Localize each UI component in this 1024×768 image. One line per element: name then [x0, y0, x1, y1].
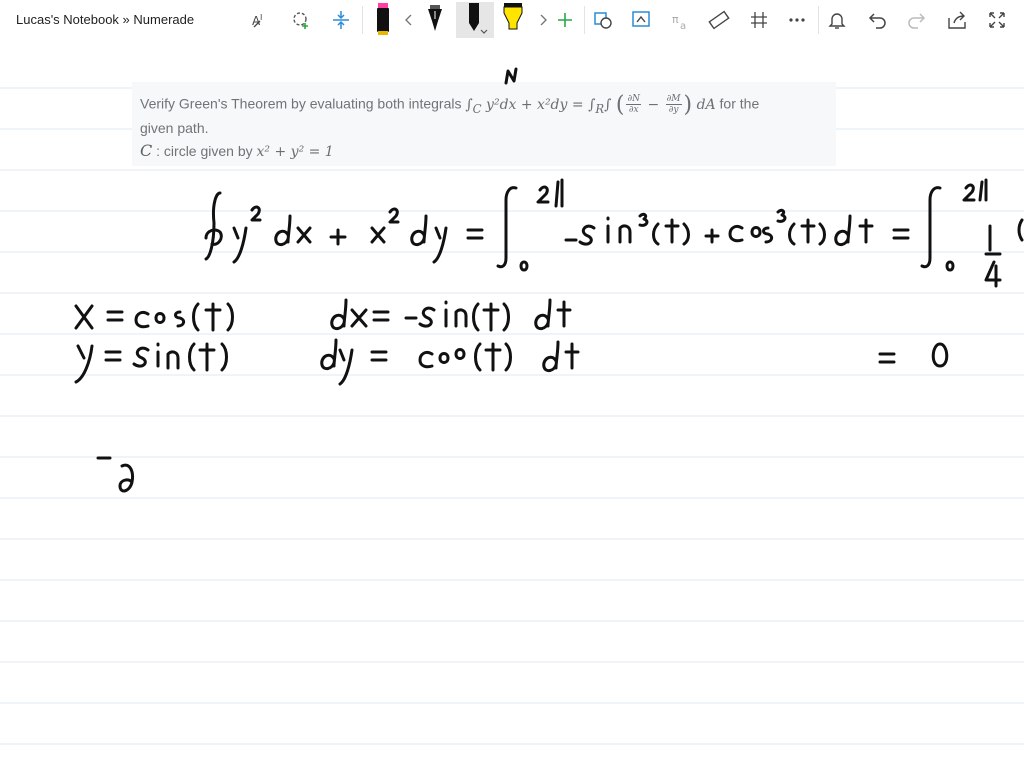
svg-text:a: a [680, 21, 686, 31]
redo-icon[interactable] [902, 4, 932, 36]
svg-text:I: I [260, 13, 262, 22]
pen-black-2-icon[interactable] [420, 4, 450, 36]
ruler-icon[interactable] [704, 4, 734, 36]
add-pen-icon[interactable] [550, 4, 580, 36]
toolbar: Lucas's Notebook » Numerade AI πa [0, 0, 1024, 40]
math-icon[interactable]: πa [666, 4, 696, 36]
highlighter-yellow-icon[interactable] [498, 3, 528, 36]
problem-statement: Verify Green's Theorem by evaluating bot… [132, 82, 836, 166]
greens-equation: ∫C y²dx + x²dy = ∫R∫ (∂N ∂x − ∂M ∂y) dA [465, 92, 716, 117]
window-title: Lucas's Notebook » Numerade [16, 12, 195, 27]
text-select-icon[interactable]: AI [246, 4, 276, 36]
add-space-icon[interactable] [326, 4, 356, 36]
lasso-icon[interactable] [286, 4, 316, 36]
problem-line-1: Verify Green's Theorem by evaluating bot… [140, 92, 760, 117]
undo-icon[interactable] [862, 4, 892, 36]
svg-text:π: π [672, 13, 679, 26]
full-screen-icon[interactable] [982, 4, 1012, 36]
grid-icon[interactable] [744, 4, 774, 36]
lasso-replay-icon[interactable] [626, 4, 656, 36]
share-icon[interactable] [942, 4, 972, 36]
pen-black-3-icon[interactable] [456, 2, 494, 38]
more-options-icon[interactable] [782, 4, 812, 36]
notifications-icon[interactable] [822, 4, 852, 36]
ink-to-shape-icon[interactable] [588, 4, 618, 36]
notebook-page[interactable]: Verify Green's Theorem by evaluating bot… [0, 40, 1024, 768]
problem-line-3: C : circle given by x² + y² = 1 [140, 141, 334, 160]
problem-line-2: given path. [140, 120, 209, 136]
